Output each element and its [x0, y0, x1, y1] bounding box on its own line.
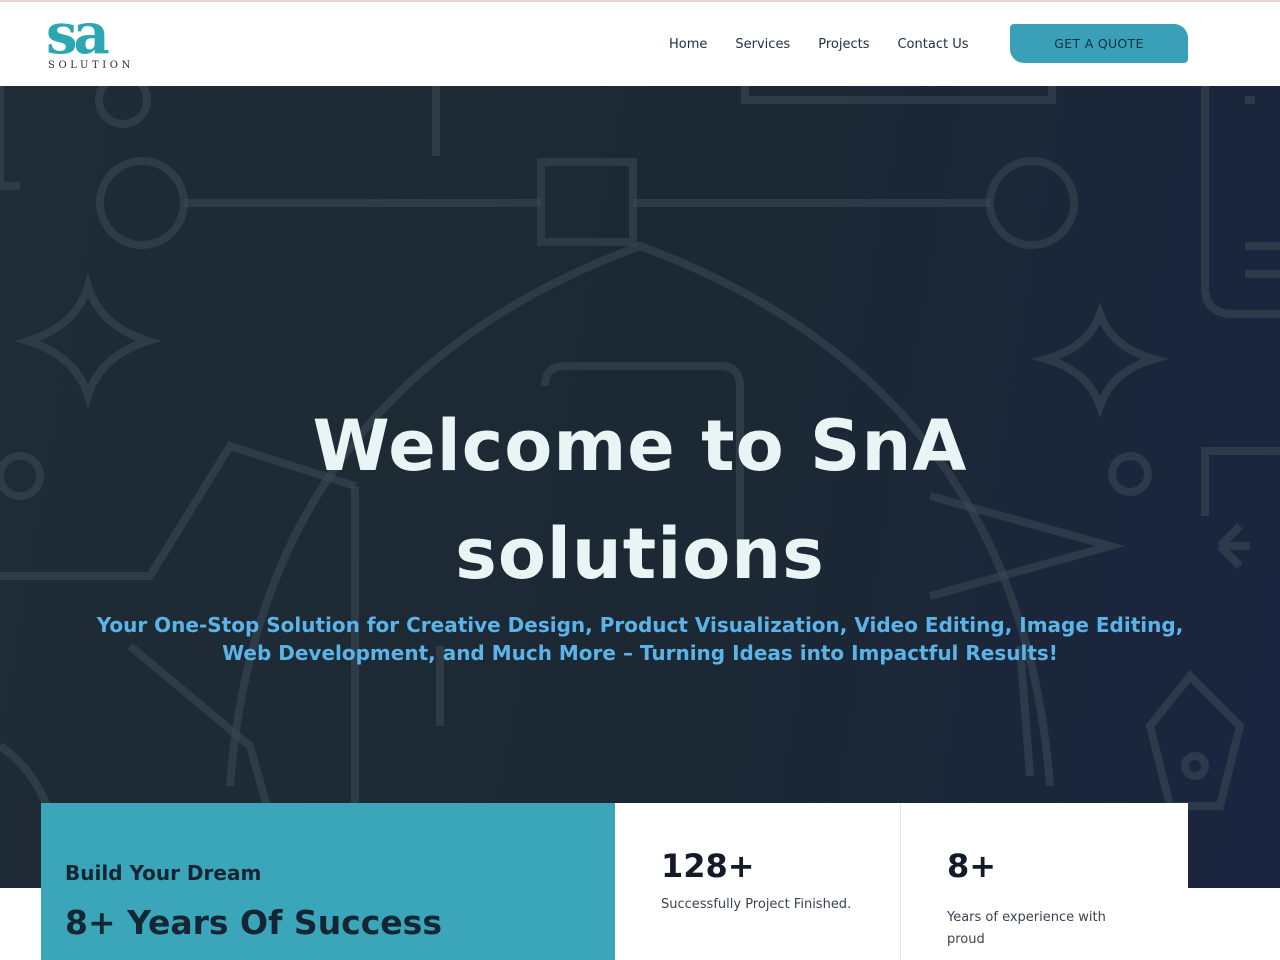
stat-card-projects: 128+ Successfully Project Finished. — [615, 803, 901, 960]
success-eyebrow: Build Your Dream — [65, 861, 262, 885]
hero-title: Welcome to SnA solutions — [312, 405, 968, 595]
logo-mark: sa — [46, 1, 110, 67]
stat-value: 128+ — [661, 847, 755, 885]
stats-band: Build Your Dream 8+ Years Of Success 128… — [41, 803, 1188, 960]
hero-subtitle: Your One-Stop Solution for Creative Desi… — [96, 613, 1184, 665]
stat-card-experience: 8+ Years of experience with proud — [901, 803, 1188, 960]
logo-subtitle: SOLUTION — [48, 60, 134, 71]
site-header: sa SOLUTION Home Services Projects Conta… — [0, 2, 1280, 86]
stat-label: Successfully Project Finished. — [661, 897, 852, 912]
stat-label: Years of experience with proud — [947, 910, 1106, 947]
nav-contact-us[interactable]: Contact Us — [897, 37, 968, 52]
nav-services[interactable]: Services — [735, 37, 790, 52]
success-card: Build Your Dream 8+ Years Of Success — [41, 803, 615, 960]
nav-home[interactable]: Home — [669, 37, 707, 52]
get-a-quote-button[interactable]: GET A QUOTE — [1010, 24, 1188, 63]
brand-logo[interactable]: sa SOLUTION — [46, 6, 154, 74]
hero-section: Welcome to SnA solutions Your One-Stop S… — [0, 86, 1280, 888]
nav-projects[interactable]: Projects — [818, 37, 869, 52]
success-headline: 8+ Years Of Success — [65, 903, 442, 942]
main-nav: Home Services Projects Contact Us — [669, 2, 996, 86]
stat-value: 8+ — [947, 847, 997, 885]
